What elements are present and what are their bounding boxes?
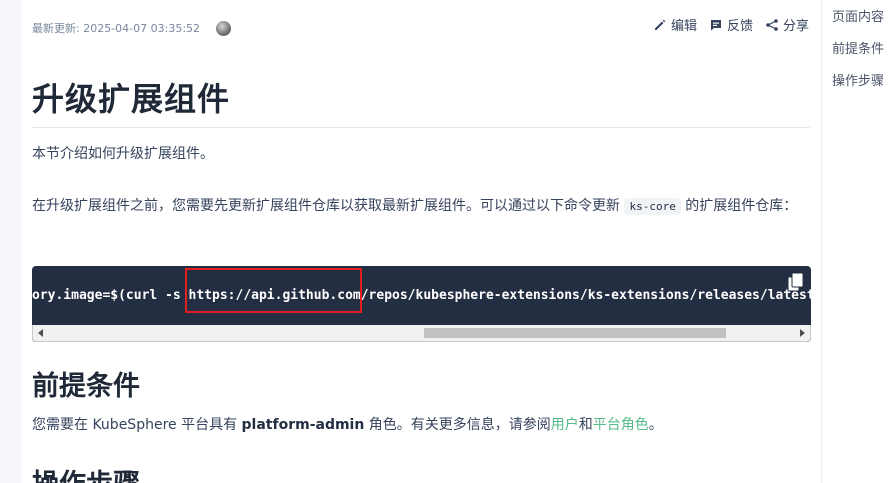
title-divider [32, 127, 810, 128]
horizontal-scrollbar[interactable] [32, 325, 811, 342]
last-updated-text: 最新更新: 2025-04-07 03:35:52 [32, 22, 201, 35]
url-highlight-box [185, 268, 362, 313]
feedback-icon [710, 19, 721, 30]
share-button[interactable]: 分享 [765, 15, 809, 34]
share-label: 分享 [782, 19, 809, 34]
author-avatar[interactable] [216, 20, 232, 36]
prerequisites-heading: 前提条件 [32, 371, 140, 402]
scroll-right-icon[interactable] [800, 329, 805, 337]
prereq-end: 。 [648, 417, 663, 433]
feedback-label: 反馈 [726, 19, 753, 34]
share-icon [766, 18, 778, 31]
prereq-text-2: 角色。有关更多信息，请参阅 [364, 417, 551, 433]
scroll-left-icon[interactable] [38, 329, 43, 337]
scrollbar-thumb[interactable] [424, 328, 726, 338]
left-rail [0, 0, 22, 483]
feedback-button[interactable]: 反馈 [709, 15, 753, 34]
edit-button[interactable]: 编辑 [653, 15, 697, 34]
toc-item-steps[interactable]: 操作步骤 [832, 72, 884, 104]
intro-paragraph: 本节介绍如何升级扩展组件。 [32, 146, 214, 162]
platform-admin-role: platform-admin [241, 417, 365, 433]
update-repo-text-after: 的扩展组件仓库： [680, 198, 798, 214]
prereq-text-1: 您需要在 KubeSphere 平台具有 [32, 417, 242, 433]
users-link[interactable]: 用户 [551, 417, 579, 433]
page-actions: 编辑 反馈 分享 [653, 15, 809, 34]
update-repo-text-before: 在升级扩展组件之前，您需要先更新扩展组件仓库以获取最新扩展组件。可以通过以下命令… [32, 198, 625, 214]
toc-divider [821, 0, 822, 483]
platform-roles-link[interactable]: 平台角色 [593, 417, 649, 433]
last-updated: 最新更新: 2025-04-07 03:35:52 [32, 20, 232, 36]
table-of-contents: 页面内容 前提条件 操作步骤 [832, 8, 884, 104]
page-title: 升级扩展组件 [32, 80, 231, 118]
toc-item-prerequisites[interactable]: 前提条件 [832, 40, 884, 72]
toc-heading: 页面内容 [832, 10, 885, 25]
edit-label: 编辑 [670, 19, 697, 34]
pencil-icon [654, 19, 666, 30]
copy-icon[interactable] [787, 272, 805, 292]
code-block: ory.image=$(curl -s https://api.github.c… [32, 266, 811, 342]
code-line[interactable]: ory.image=$(curl -s https://api.github.c… [32, 288, 811, 303]
steps-heading: 操作步骤 [32, 462, 140, 483]
prerequisites-paragraph: 您需要在 KubeSphere 平台具有 platform-admin 角色。有… [32, 414, 663, 434]
prereq-and: 和 [578, 417, 593, 433]
update-repo-paragraph: 在升级扩展组件之前，您需要先更新扩展组件仓库以获取最新扩展组件。可以通过以下命令… [32, 188, 810, 225]
ks-core-code: ks-core [624, 198, 681, 215]
